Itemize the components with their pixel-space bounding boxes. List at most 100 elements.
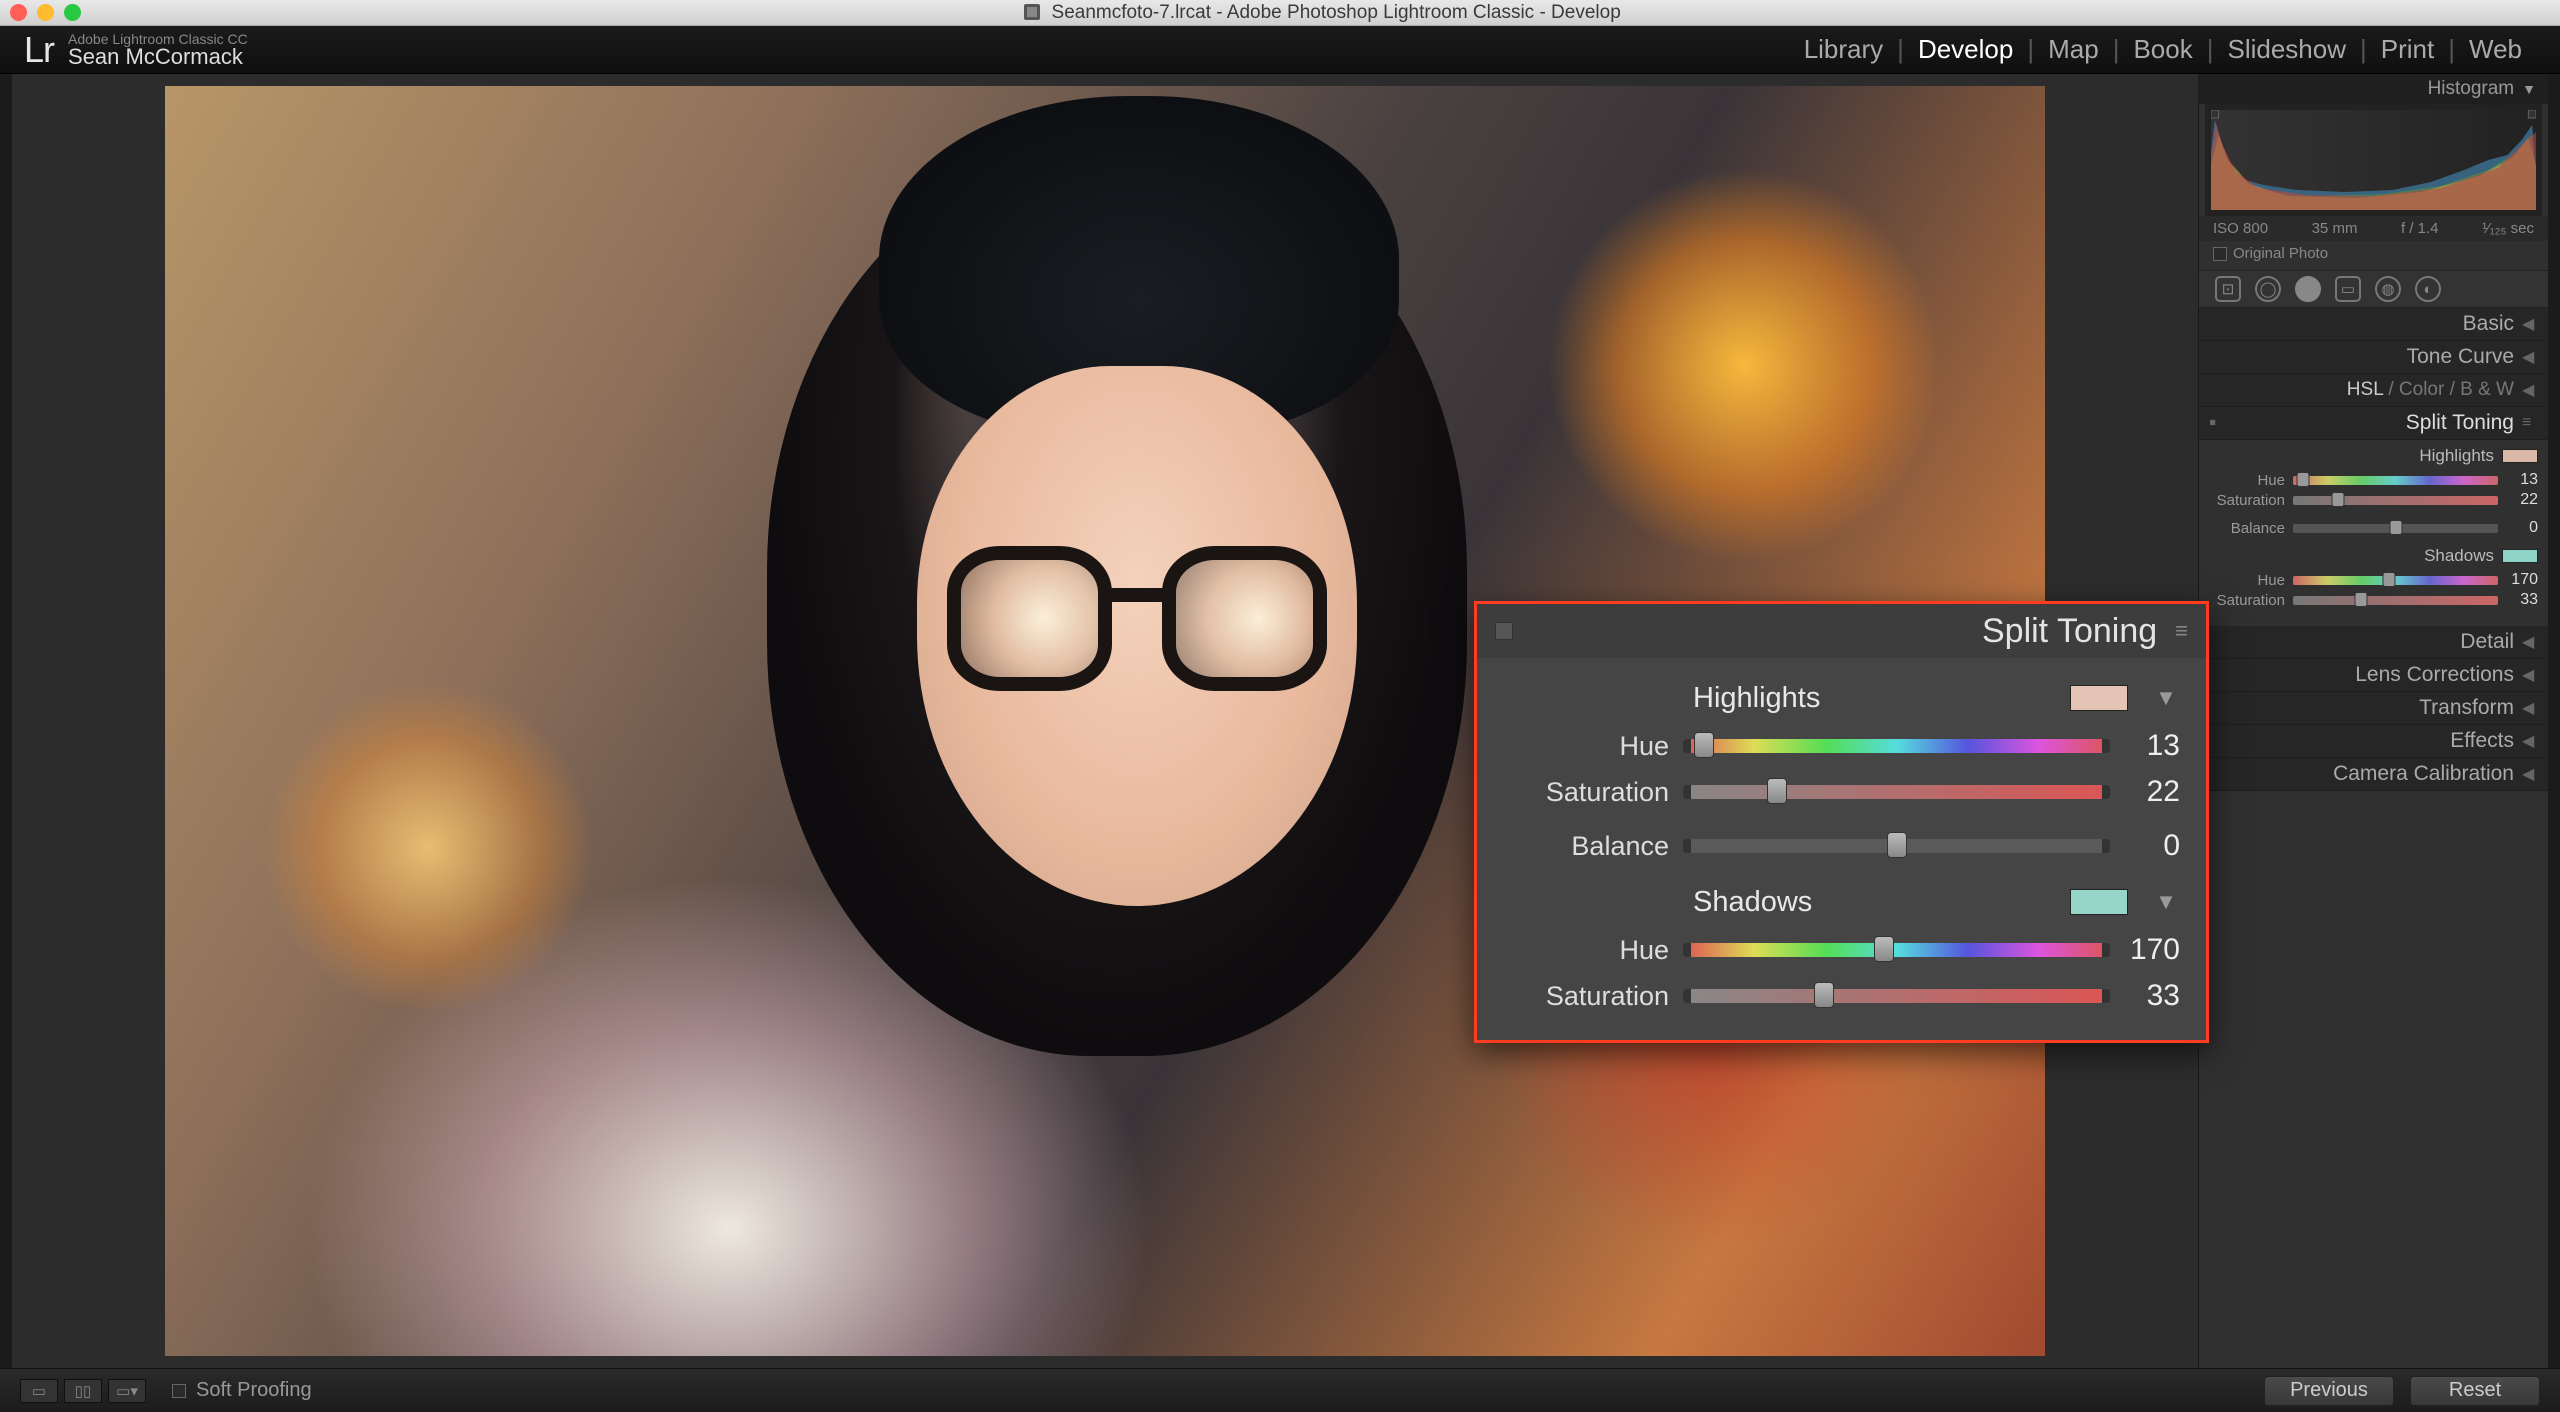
highlights-hue-value-small[interactable]: 13 bbox=[2506, 471, 2538, 489]
balance-slider-small[interactable] bbox=[2293, 524, 2498, 533]
loupe-view-button[interactable]: ▭ bbox=[20, 1379, 58, 1403]
highlights-hue-slider-small[interactable] bbox=[2293, 476, 2498, 485]
module-map[interactable]: Map bbox=[2034, 34, 2113, 65]
app-header: Lr Adobe Lightroom Classic CC Sean McCor… bbox=[0, 26, 2560, 74]
dropdown-icon[interactable]: ▼ bbox=[2152, 685, 2180, 711]
saturation-label: Saturation bbox=[1503, 777, 1669, 808]
dropdown-icon[interactable]: ▼ bbox=[2152, 889, 2180, 915]
shadows-hue-value[interactable]: 170 bbox=[2110, 933, 2180, 967]
window-title: Seanmcfoto-7.lrcat - Adobe Photoshop Lig… bbox=[95, 2, 2550, 24]
detail-panel-header[interactable]: Detail ◀ bbox=[2199, 626, 2548, 659]
shadows-sat-value-small[interactable]: 33 bbox=[2506, 591, 2538, 609]
highlights-sat-value-small[interactable]: 22 bbox=[2506, 491, 2538, 509]
before-after-lr-button[interactable]: ▯▯ bbox=[64, 1379, 102, 1403]
balance-value-small[interactable]: 0 bbox=[2506, 519, 2538, 537]
highlights-hue-value[interactable]: 13 bbox=[2110, 729, 2180, 763]
basic-panel-header[interactable]: Basic ◀ bbox=[2199, 308, 2548, 341]
module-library[interactable]: Library bbox=[1790, 34, 1897, 65]
shadows-hue-slider-small[interactable] bbox=[2293, 576, 2498, 585]
checkbox-icon[interactable] bbox=[2213, 247, 2227, 261]
module-picker: Library| Develop| Map| Book| Slideshow| … bbox=[1790, 34, 2536, 65]
hue-label: Hue bbox=[1503, 935, 1669, 966]
shadows-section-label: Shadows bbox=[1693, 886, 1812, 919]
highlights-sat-slider-small[interactable] bbox=[2293, 496, 2498, 505]
module-web[interactable]: Web bbox=[2455, 34, 2536, 65]
exif-focal: 35 mm bbox=[2312, 220, 2358, 237]
saturation-label: Saturation bbox=[1503, 981, 1669, 1012]
split-toning-title: Split Toning bbox=[1982, 612, 2157, 651]
zoom-window-icon[interactable] bbox=[64, 4, 81, 21]
balance-slider[interactable] bbox=[1683, 839, 2110, 853]
highlights-hue-slider[interactable] bbox=[1683, 739, 2110, 753]
chevron-left-icon: ◀ bbox=[2522, 764, 2538, 784]
chevron-left-icon: ◀ bbox=[2522, 314, 2538, 334]
right-panel-group: Histogram ▼ ISO 800 35 mm bbox=[2198, 74, 2548, 1368]
window-titlebar: Seanmcfoto-7.lrcat - Adobe Photoshop Lig… bbox=[0, 0, 2560, 26]
original-photo-toggle[interactable]: Original Photo bbox=[2199, 241, 2548, 270]
effects-panel-header[interactable]: Effects ◀ bbox=[2199, 725, 2548, 758]
tone-curve-panel-header[interactable]: Tone Curve ◀ bbox=[2199, 341, 2548, 374]
identity-plate[interactable]: Lr Adobe Lightroom Classic CC Sean McCor… bbox=[24, 29, 248, 71]
minimize-window-icon[interactable] bbox=[37, 4, 54, 21]
chevron-left-icon: ◀ bbox=[2522, 731, 2538, 751]
exif-shutter: ¹⁄₁₂₅ sec bbox=[2482, 220, 2534, 237]
exif-aperture: f / 1.4 bbox=[2401, 220, 2439, 237]
module-print[interactable]: Print bbox=[2367, 34, 2448, 65]
close-window-icon[interactable] bbox=[10, 4, 27, 21]
highlights-sat-slider[interactable] bbox=[1683, 785, 2110, 799]
image-canvas[interactable]: Split Toning ≡ Highlights ▼ Hue bbox=[12, 74, 2198, 1368]
reset-button[interactable]: Reset bbox=[2410, 1376, 2540, 1406]
lens-corrections-panel-header[interactable]: Lens Corrections ◀ bbox=[2199, 659, 2548, 692]
hue-label: Hue bbox=[1503, 731, 1669, 762]
checkbox-icon[interactable] bbox=[172, 1384, 186, 1398]
traffic-lights bbox=[10, 4, 81, 21]
hsl-panel-header[interactable]: HSL / Color / B & W ◀ bbox=[2199, 374, 2548, 407]
previous-button[interactable]: Previous bbox=[2264, 1376, 2394, 1406]
chevron-left-icon: ◀ bbox=[2522, 380, 2538, 400]
right-rail-edge[interactable] bbox=[2548, 74, 2560, 1368]
histogram-plot[interactable] bbox=[2205, 104, 2542, 216]
module-book[interactable]: Book bbox=[2119, 34, 2206, 65]
shadows-color-swatch-small[interactable] bbox=[2502, 549, 2538, 563]
panel-menu-icon[interactable]: ≡ bbox=[2175, 618, 2188, 644]
shadows-sat-value[interactable]: 33 bbox=[2110, 979, 2180, 1013]
radial-tool-icon[interactable]: ◍ bbox=[2375, 276, 2401, 302]
split-toning-panel-header[interactable]: ▪ Split Toning ≡ bbox=[2199, 407, 2548, 440]
shadows-hue-value-small[interactable]: 170 bbox=[2506, 571, 2538, 589]
view-mode-buttons: ▭ ▯▯ ▭▾ bbox=[20, 1379, 146, 1403]
exif-iso: ISO 800 bbox=[2213, 220, 2268, 237]
balance-value[interactable]: 0 bbox=[2110, 829, 2180, 863]
transform-panel-header[interactable]: Transform ◀ bbox=[2199, 692, 2548, 725]
panel-switch-icon[interactable] bbox=[1495, 622, 1513, 640]
before-after-tb-button[interactable]: ▭▾ bbox=[108, 1379, 146, 1403]
chevron-left-icon: ◀ bbox=[2522, 665, 2538, 685]
highlights-color-swatch[interactable] bbox=[2070, 685, 2128, 711]
chevron-left-icon: ◀ bbox=[2522, 347, 2538, 367]
histogram-header[interactable]: Histogram ▼ bbox=[2199, 74, 2548, 104]
shadows-section-label-small: Shadows bbox=[2424, 546, 2494, 566]
shadows-sat-slider[interactable] bbox=[1683, 989, 2110, 1003]
module-develop[interactable]: Develop bbox=[1904, 34, 2027, 65]
split-toning-panel-zoom: Split Toning ≡ Highlights ▼ Hue bbox=[1474, 601, 2209, 1043]
spot-tool-icon[interactable]: ◯ bbox=[2255, 276, 2281, 302]
highlights-color-swatch-small[interactable] bbox=[2502, 449, 2538, 463]
module-slideshow[interactable]: Slideshow bbox=[2213, 34, 2360, 65]
chevron-left-icon: ◀ bbox=[2522, 698, 2538, 718]
shadows-color-swatch[interactable] bbox=[2070, 889, 2128, 915]
toolbar-footer: ▭ ▯▯ ▭▾ Soft Proofing Previous Reset bbox=[0, 1368, 2560, 1412]
panel-menu-icon[interactable]: ≡ bbox=[2522, 414, 2538, 432]
highlights-sat-value[interactable]: 22 bbox=[2110, 775, 2180, 809]
chevron-left-icon: ◀ bbox=[2522, 632, 2538, 652]
soft-proofing-toggle[interactable]: Soft Proofing bbox=[172, 1379, 312, 1402]
crop-tool-icon[interactable]: ⊡ bbox=[2215, 276, 2241, 302]
shadows-sat-slider-small[interactable] bbox=[2293, 596, 2498, 605]
left-panel-collapsed[interactable] bbox=[0, 74, 12, 1368]
shadows-hue-slider[interactable] bbox=[1683, 943, 2110, 957]
highlights-section-label: Highlights bbox=[1693, 682, 1820, 715]
brush-tool-icon[interactable]: ◐ bbox=[2415, 276, 2441, 302]
tool-strip: ⊡ ◯ ● ▭ ◍ ◐ bbox=[2199, 270, 2548, 308]
camera-calibration-panel-header[interactable]: Camera Calibration ◀ bbox=[2199, 758, 2548, 791]
gradient-tool-icon[interactable]: ▭ bbox=[2335, 276, 2361, 302]
redeye-tool-icon[interactable]: ● bbox=[2295, 276, 2321, 302]
histogram-exif: ISO 800 35 mm f / 1.4 ¹⁄₁₂₅ sec bbox=[2199, 216, 2548, 241]
